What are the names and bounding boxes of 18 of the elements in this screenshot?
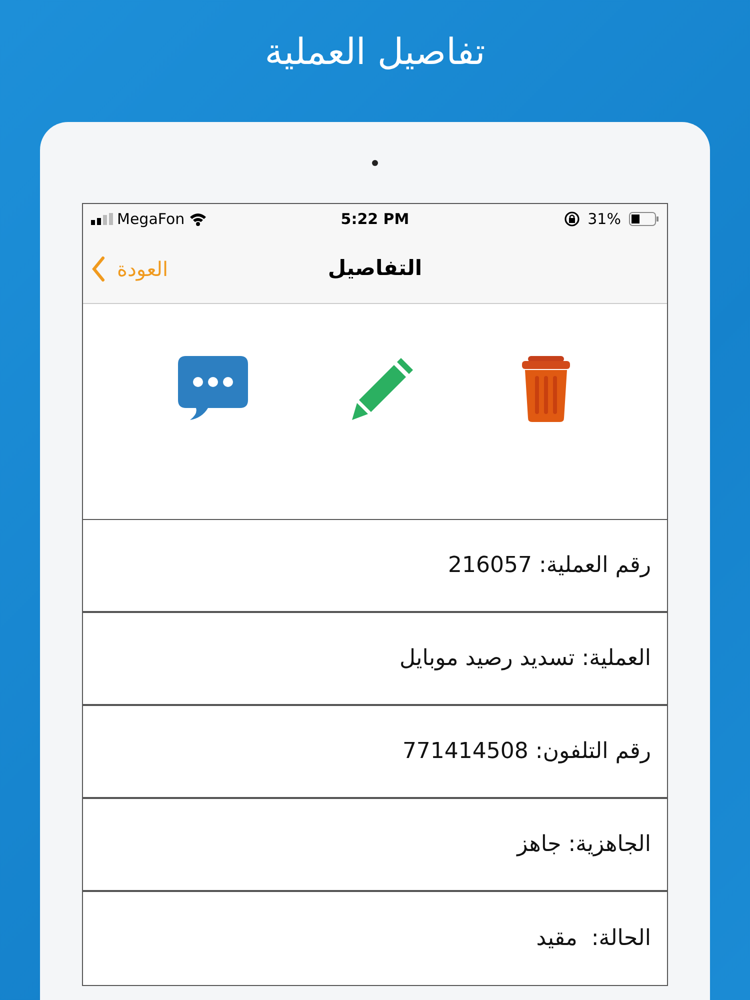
trash-icon xyxy=(520,356,572,422)
detail-text: رقم العملية: 216057 xyxy=(448,552,651,580)
detail-text: الحالة: مقيد xyxy=(536,925,651,953)
page-headline: تفاصيل العملية xyxy=(264,31,486,75)
battery-icon xyxy=(628,212,659,226)
carrier-name: MegaFon xyxy=(117,208,185,230)
wifi-icon xyxy=(188,212,207,226)
chevron-left-icon xyxy=(91,256,105,282)
back-button[interactable]: العودة xyxy=(91,234,168,303)
detail-text: العملية: تسديد رصيد موبايل xyxy=(400,645,651,673)
detail-text: الجاهزية: جاهز xyxy=(517,831,651,859)
status-time: 5:22 PM xyxy=(340,208,410,230)
signal-icon xyxy=(91,213,113,225)
screen-title: التفاصيل xyxy=(328,254,422,282)
chat-bubble-icon xyxy=(178,356,248,420)
detail-text: رقم التلفون: 771414508 xyxy=(402,738,651,766)
battery-percent: 31% xyxy=(588,208,621,230)
rotation-lock-icon xyxy=(564,211,580,227)
